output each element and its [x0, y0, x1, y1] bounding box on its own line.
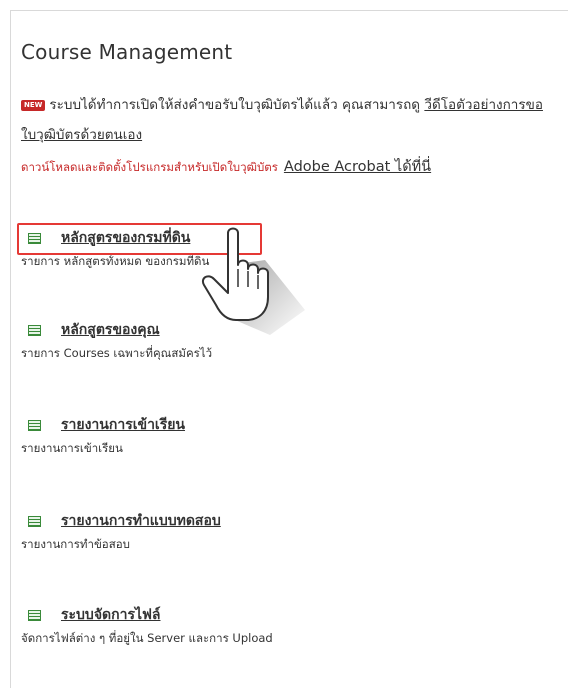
- attendance-report-link[interactable]: รายงานการเข้าเรียน: [61, 414, 185, 436]
- document-icon: [28, 609, 41, 621]
- test-report-description: รายงานการทำข้อสอบ: [21, 537, 130, 551]
- document-icon: [28, 419, 41, 431]
- document-icon: [28, 324, 41, 336]
- menu-item-test-report: รายงานการทำแบบทดสอบ รายงานการทำข้อสอบ: [21, 509, 541, 554]
- file-manager-description: จัดการไฟล์ต่าง ๆ ที่อยู่ใน Server และการ…: [21, 631, 273, 645]
- new-badge-icon: NEW: [21, 100, 46, 111]
- document-icon: [28, 515, 41, 527]
- highlight-box: [17, 223, 262, 255]
- file-manager-link[interactable]: ระบบจัดการไฟล์: [61, 604, 161, 626]
- download-notice: ดาวน์โหลดและติดตั้งโปรแกรมสำหรับเปิดใบวุ…: [21, 155, 431, 178]
- download-text: ดาวน์โหลดและติดตั้งโปรแกรมสำหรับเปิดใบวุ…: [21, 160, 278, 174]
- menu-item-my-courses: หลักสูตรของคุณ รายการ Courses เฉพาะที่คุ…: [21, 318, 541, 363]
- notice-message: ระบบได้ทำการเปิดให้ส่งคำขอรับใบวุฒิบัตรไ…: [49, 97, 425, 113]
- menu-item-attendance-report: รายงานการเข้าเรียน รายงานการเข้าเรียน: [21, 413, 541, 458]
- my-courses-description: รายการ Courses เฉพาะที่คุณสมัครไว้: [21, 346, 213, 360]
- my-courses-link[interactable]: หลักสูตรของคุณ: [61, 319, 160, 341]
- department-courses-description: รายการ หลักสูตรทั้งหมด ของกรมที่ดิน: [21, 254, 210, 268]
- adobe-acrobat-link[interactable]: Adobe Acrobat ได้ที่นี่: [284, 159, 431, 175]
- page-title: Course Management: [21, 40, 233, 64]
- attendance-report-description: รายงานการเข้าเรียน: [21, 441, 123, 455]
- notice-text: NEW ระบบได้ทำการเปิดให้ส่งคำขอรับใบวุฒิบั…: [21, 90, 556, 150]
- test-report-link[interactable]: รายงานการทำแบบทดสอบ: [61, 510, 221, 532]
- menu-item-file-manager: ระบบจัดการไฟล์ จัดการไฟล์ต่าง ๆ ที่อยู่ใ…: [21, 603, 541, 648]
